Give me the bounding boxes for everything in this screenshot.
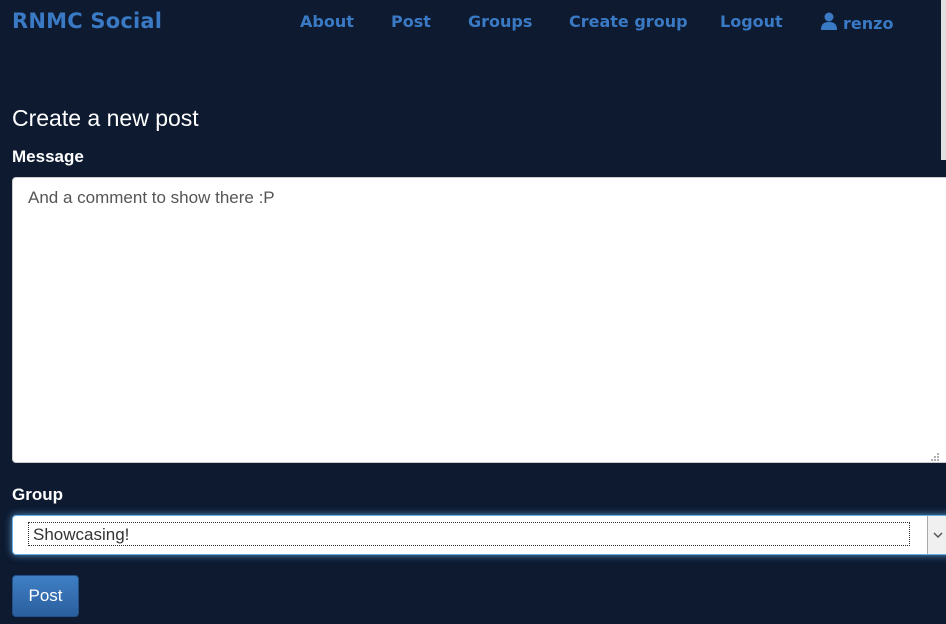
nav-post[interactable]: Post [391,12,431,31]
group-select-value: Showcasing! [28,522,910,546]
brand-logo[interactable]: RNMC Social [12,9,162,33]
nav-logout[interactable]: Logout [720,12,783,31]
message-label: Message [12,147,84,166]
group-label: Group [12,485,63,504]
nav-groups[interactable]: Groups [468,12,532,31]
nav-user-name[interactable]: renzo [843,14,893,33]
user-icon[interactable] [820,12,838,30]
page-title: Create a new post [12,105,199,131]
post-submit-button[interactable]: Post [12,575,79,617]
chevron-down-icon [933,532,943,539]
resize-grip-icon[interactable] [930,452,940,462]
scrollbar[interactable] [941,0,946,160]
group-select[interactable]: Showcasing! [12,515,946,555]
message-textarea[interactable] [12,177,946,463]
select-dropdown-button[interactable] [927,516,946,554]
nav-create-group[interactable]: Create group [569,12,688,31]
navbar: RNMC Social About Post Groups Create gro… [0,0,946,46]
nav-about[interactable]: About [300,12,354,31]
